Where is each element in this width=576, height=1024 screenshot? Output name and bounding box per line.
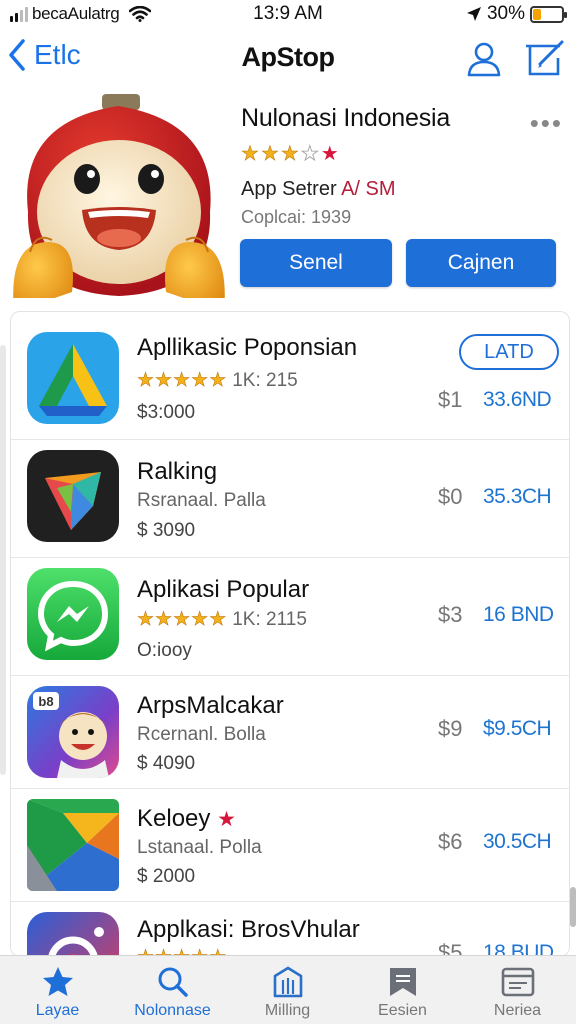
scroll-track[interactable] (0, 345, 6, 775)
list-item-value: $9.5CH (483, 717, 552, 740)
battery-fill (533, 8, 542, 20)
tab-label: Eesien (378, 1002, 427, 1019)
nav-bar: Etlc ApStop (0, 34, 576, 84)
list-item-cost: $9 (438, 716, 463, 741)
list-item-value: 30.5CH (483, 830, 552, 853)
list-item-price: $ 3090 (137, 520, 196, 541)
list-item-count: 1K: 2115 (232, 608, 307, 630)
list-item-cost: $1 (438, 387, 463, 412)
search-icon (158, 967, 188, 997)
list-item-price: $ 4090 (137, 753, 196, 774)
battery-icon (530, 5, 567, 23)
list-item-price: O:iooy (137, 640, 192, 661)
list-item-rating: ★ ★ ★ ★ ★ 1K: 215 (137, 369, 298, 392)
list-item-title: ArpsMalcakar (137, 692, 284, 719)
app-title: Nulonasi Indonesia (241, 104, 451, 132)
list-item-cost: $6 (438, 829, 463, 854)
list-item-title: Applkasi: BrosVhular (137, 916, 360, 943)
favorite-star-icon: ★ (217, 808, 236, 831)
list-item-subtitle: Rcernanl. Bolla (137, 724, 266, 745)
rating-stars: ★ ★ ★ ★ ★ (241, 141, 571, 166)
tab-eesien[interactable]: Eesien (345, 956, 460, 1024)
star-on-icon: ★ (280, 143, 300, 166)
list-item-price: $3:000 (137, 402, 196, 423)
tab-label: Layae (35, 1002, 80, 1019)
list-item-value: 16 BND (483, 603, 554, 626)
list-item[interactable]: b8 ArpsMalcakar Rcernanl. Bolla $ 4090 $… (11, 676, 569, 789)
list-item-value: 33.6ND (483, 388, 552, 411)
primary-button[interactable]: Senel (240, 239, 392, 287)
list-item-stars: ★★★★★ (137, 609, 227, 631)
star-icon (42, 967, 73, 996)
star-off-icon: ★ (300, 143, 319, 166)
tab-nolonnase[interactable]: Nolonnase (115, 956, 230, 1024)
list-item[interactable]: Applkasi: BrosVhular ★★★★★ $5 18 BUD (11, 902, 569, 956)
camera-icon (27, 912, 119, 956)
list-item[interactable]: Aplikasi Popular ★ ★ ★ ★ ★ 1K: 2115 O:iooy $… (11, 558, 569, 676)
tab-layae[interactable]: Layae (0, 956, 115, 1024)
tab-label: Neriea (493, 1002, 542, 1019)
status-right: 30% (466, 3, 567, 25)
tab-milling[interactable]: Milling (230, 956, 345, 1024)
tab-label: Nolonnase (134, 1002, 211, 1019)
list-item-subtitle: Rsranaal. Palla (137, 490, 266, 511)
app-meta-prefix: App Setrer (241, 178, 337, 200)
tab-label: Milling (264, 1002, 311, 1019)
list-item-cost: $0 (438, 484, 463, 509)
star-on-icon: ★ (241, 143, 260, 166)
list-item-count: 1K: 215 (232, 369, 298, 391)
more-options-button[interactable]: ••• (530, 108, 563, 139)
star-red-icon: ★ (320, 143, 339, 165)
latd-button[interactable]: LATD (459, 334, 559, 370)
location-arrow-icon (466, 7, 481, 21)
triangle-drive-icon (27, 332, 119, 424)
app-mascot-icon (13, 94, 225, 298)
tab-bar: Layae Nolonnase Milling Eesien Neriea (0, 955, 576, 1024)
list-item-subtitle: Lstanaal. Polla (137, 837, 262, 858)
scroll-thumb[interactable] (570, 887, 576, 927)
list-item-stars: ★★★★★ (137, 370, 227, 392)
cartoon-character-icon: b8 (27, 686, 119, 778)
app-subtitle: Coplcai: 1939 (241, 207, 352, 227)
list-item[interactable]: Ralking Rsranaal. Palla $ 3090 $0 35.3CH (11, 440, 569, 558)
building-icon (273, 966, 302, 998)
colorful-shield-icon (27, 450, 119, 542)
list-item-title: Ralking (137, 458, 218, 485)
list-item[interactable]: Keloey ★ Lstanaal. Polla $ 2000 $6 30.5C… (11, 789, 569, 902)
list-item-title: Apllikasic Poponsian (137, 334, 358, 361)
app-meta-accent: A/ SM (341, 178, 396, 200)
list-item-title: Keloey ★ (137, 805, 236, 833)
folded-arrow-icon (27, 799, 119, 891)
svg-text:b8: b8 (38, 694, 53, 709)
battery-percent: 30% (486, 3, 525, 24)
tab-neriea[interactable]: Neriea (460, 956, 575, 1024)
list-item-value: 35.3CH (483, 485, 552, 508)
list-item-price: $ 2000 (137, 866, 196, 887)
list-item-title-text: Keloey (137, 805, 211, 832)
star-on-icon: ★ (260, 143, 280, 166)
app-meta: App Setrer A/ SM (241, 178, 571, 201)
messenger-icon (27, 568, 119, 660)
window-icon (501, 967, 534, 997)
list-item[interactable]: Apllikasic Poponsian ★ ★ ★ ★ ★ 1K: 215 $3:00… (11, 312, 569, 440)
status-bar: becaAulatrg 13:9 AM 30% (0, 0, 576, 30)
compose-icon[interactable] (524, 38, 566, 78)
app-list: Apllikasic Poponsian ★ ★ ★ ★ ★ 1K: 215 $3:00… (10, 311, 570, 957)
list-item-cost: $3 (438, 602, 463, 627)
user-icon[interactable] (464, 38, 504, 78)
secondary-button[interactable]: Cajnen (406, 239, 556, 287)
list-item-rating: ★ ★ ★ ★ ★ 1K: 2115 (137, 608, 307, 631)
badge-icon (389, 968, 416, 996)
hero-info: Nulonasi Indonesia ••• ★ ★ ★ ★ ★ App Setrer … (241, 104, 571, 228)
list-item-title: Aplikasi Popular (137, 576, 310, 603)
